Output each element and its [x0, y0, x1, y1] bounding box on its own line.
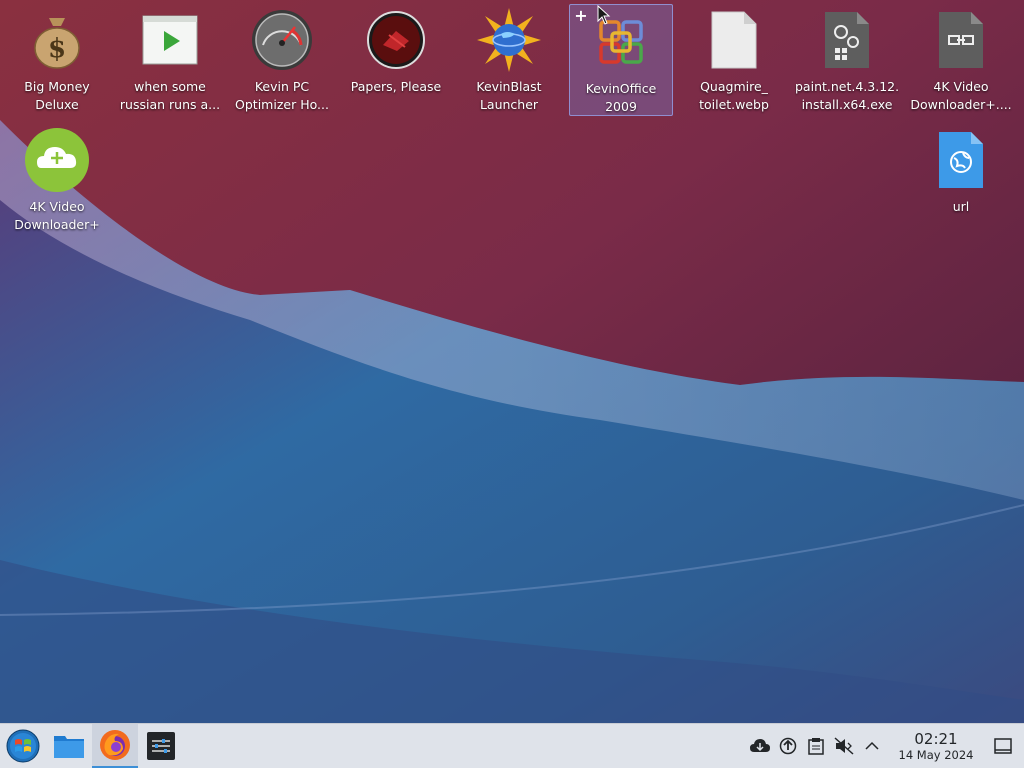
show-desktop-button[interactable] — [982, 724, 1024, 768]
desktop-icon-quagmire-toilet[interactable]: Quagmire_ toilet.webp — [682, 2, 786, 114]
chevron-up-icon[interactable] — [858, 724, 886, 768]
desktop-icon-label: Kevin PC Optimizer Ho... — [235, 79, 329, 112]
system-tray: 02:21 14 May 2024 — [746, 724, 1024, 768]
speedometer-icon — [250, 8, 314, 72]
folder-icon — [54, 736, 84, 758]
desktop-icon-label: KevinOffice 2009 — [585, 80, 657, 114]
system-settings-button[interactable] — [138, 724, 184, 768]
desktop-icon-kevinoffice-2009[interactable]: + KevinOffice 2009 — [569, 4, 673, 116]
image-file-icon — [702, 8, 766, 72]
shortcut-file-icon — [929, 8, 993, 72]
firefox-icon — [100, 730, 130, 760]
clock-time: 02:21 — [914, 729, 958, 748]
globe-star-icon — [477, 8, 541, 72]
windows-logo-icon — [6, 729, 40, 763]
desktop-icon-papers-please[interactable]: Papers, Please — [344, 2, 448, 114]
desktop-icon-big-money-deluxe[interactable]: $ Big Money Deluxe — [5, 2, 109, 114]
desktop-icon-paint-net-installer[interactable]: paint.net.4.3.12. install.x64.exe — [795, 2, 899, 114]
desktop-icon-label: 4K Video Downloader+ — [14, 199, 100, 232]
desktop-icon-label: when some russian runs a... — [119, 79, 221, 112]
video-play-icon — [138, 8, 202, 72]
clipboard-icon[interactable] — [802, 724, 830, 768]
clock[interactable]: 02:21 14 May 2024 — [890, 729, 982, 762]
cloud-icon[interactable] — [746, 724, 774, 768]
money-bag-icon: $ — [25, 8, 89, 72]
desktop-icon-4k-video-downloader-shortcut[interactable]: 4K Video Downloader+.... — [909, 2, 1013, 114]
start-menu-button[interactable] — [0, 724, 46, 768]
svg-text:$: $ — [48, 34, 66, 64]
desktop-icon-label: url — [952, 199, 970, 214]
url-file-icon — [929, 128, 993, 192]
desktop-icon-label: Papers, Please — [350, 79, 442, 94]
firefox-button[interactable] — [92, 724, 138, 768]
mixer-icon — [147, 732, 175, 760]
taskbar: 02:21 14 May 2024 — [0, 723, 1024, 768]
desktop-icon-4k-video-downloader[interactable]: 4K Video Downloader+ — [5, 122, 109, 234]
clock-date: 14 May 2024 — [898, 747, 974, 762]
papers-please-icon — [364, 8, 428, 72]
desktop-icon-label: 4K Video Downloader+.... — [910, 79, 1012, 112]
mouse-cursor-icon — [597, 5, 611, 25]
desktop-icon-label: paint.net.4.3.12. install.x64.exe — [795, 79, 899, 112]
select-toggle-icon[interactable]: + — [573, 8, 589, 24]
desktop-icon-video[interactable]: when some russian runs a... — [118, 2, 222, 114]
file-manager-button[interactable] — [46, 724, 92, 768]
desktop[interactable]: $ Big Money Deluxe when some russian run… — [0, 0, 1024, 723]
update-icon[interactable] — [774, 724, 802, 768]
cloud-download-icon — [25, 128, 89, 192]
executable-file-icon — [815, 8, 879, 72]
desktop-icon-url[interactable]: url — [909, 122, 1013, 234]
desktop-icon-kevin-pc-optimizer[interactable]: Kevin PC Optimizer Ho... — [230, 2, 334, 114]
desktop-icon-label: Big Money Deluxe — [24, 79, 90, 112]
desktop-icon-kevinblast-launcher[interactable]: KevinBlast Launcher — [457, 2, 561, 114]
volume-muted-icon[interactable] — [830, 724, 858, 768]
desktop-icon-label: Quagmire_ toilet.webp — [699, 79, 769, 112]
desktop-icon-label: KevinBlast Launcher — [476, 79, 542, 112]
show-desktop-icon — [994, 738, 1012, 754]
